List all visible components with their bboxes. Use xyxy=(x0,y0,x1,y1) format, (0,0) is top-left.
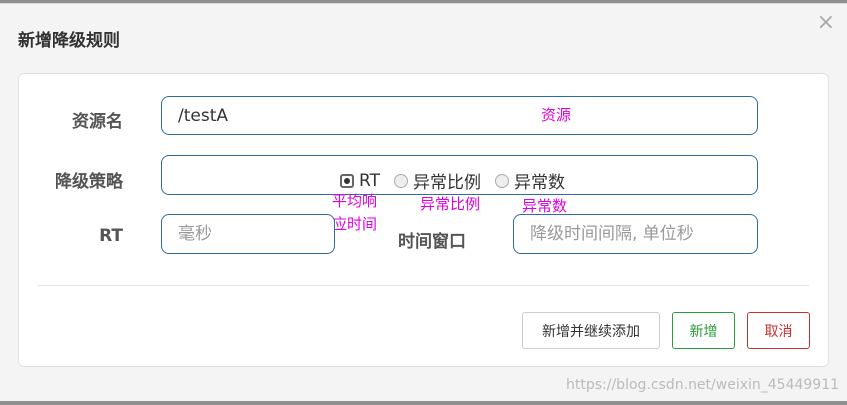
annotation-resource: 资源 xyxy=(541,106,572,124)
time-window-input[interactable] xyxy=(513,214,758,254)
add-button[interactable]: 新增 xyxy=(672,312,735,349)
radio-exception-ratio[interactable]: 异常比例 xyxy=(393,168,481,193)
strategy-label: 降级策略 xyxy=(55,172,123,192)
annotation-exception-ratio: 异常比例 xyxy=(420,195,481,213)
rt-input[interactable] xyxy=(161,214,335,254)
radio-rt-label: RT xyxy=(359,170,380,191)
radio-exception-count[interactable]: 异常数 xyxy=(494,168,565,193)
annotation-rt-line1: 平均响 xyxy=(332,192,378,210)
radio-checked-icon xyxy=(340,173,354,188)
annotation-rt-line2: 应时间 xyxy=(332,215,378,233)
resource-name-label: 资源名 xyxy=(72,112,123,132)
close-icon[interactable]: × xyxy=(817,12,835,34)
time-window-label: 时间窗口 xyxy=(398,232,466,252)
resource-name-input[interactable] xyxy=(161,96,758,135)
radio-unchecked-icon xyxy=(494,173,509,188)
radio-rt[interactable]: RT xyxy=(340,171,380,191)
radio-exception-ratio-label: 异常比例 xyxy=(412,173,481,193)
rt-label: RT xyxy=(99,226,123,246)
dialog-title: 新增降级规则 xyxy=(18,31,120,51)
watermark: https://blog.csdn.net/weixin_45449911 xyxy=(566,377,840,393)
annotation-exception-count: 异常数 xyxy=(522,197,568,215)
cancel-button[interactable]: 取消 xyxy=(747,312,810,349)
radio-unchecked-icon xyxy=(393,173,408,188)
divider xyxy=(38,285,809,286)
radio-exception-count-label: 异常数 xyxy=(513,173,565,193)
add-and-continue-button[interactable]: 新增并继续添加 xyxy=(522,312,660,349)
